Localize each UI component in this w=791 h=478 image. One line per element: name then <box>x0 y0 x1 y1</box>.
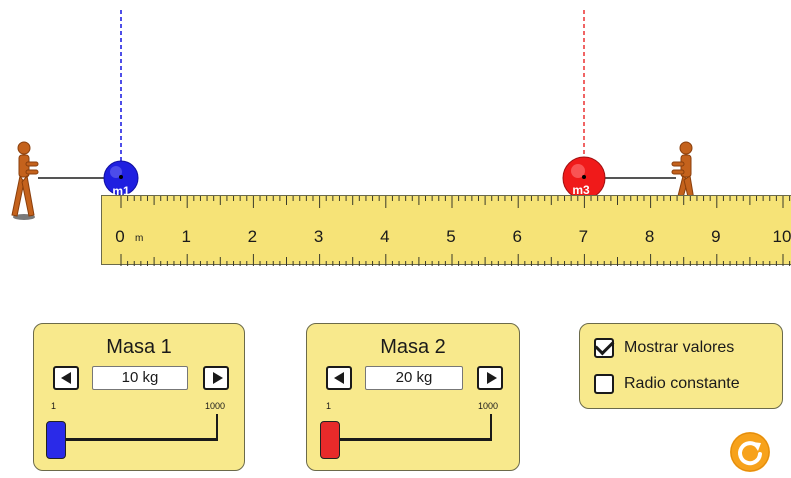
show-values-label: Mostrar valores <box>624 339 735 356</box>
left-figure-icon <box>11 141 39 220</box>
mass2-decrease-button[interactable] <box>326 366 352 390</box>
mass1-panel-title: Masa 1 <box>106 336 172 358</box>
ruler-tick-label: 4 <box>380 227 390 246</box>
ruler-tick-label: 7 <box>578 227 589 246</box>
constant-radius-option[interactable]: Radio constante <box>594 374 740 394</box>
ruler-unit: m <box>135 233 144 244</box>
ruler-tick-label: 2 <box>247 227 258 246</box>
reset-icon <box>730 432 770 472</box>
mass2-value-field[interactable]: 20 kg <box>365 366 463 390</box>
checkmark-icon <box>594 335 615 356</box>
mass2-max-label: 1000 <box>478 401 499 411</box>
show-values-option[interactable]: Mostrar valores <box>594 335 735 358</box>
mass1-slider-track[interactable] <box>54 438 218 441</box>
mass1-slider-thumb[interactable] <box>46 421 66 459</box>
mass2-panel: Masa 2 20 kg 1 1000 <box>306 323 520 471</box>
ruler-tick-label: 6 <box>512 227 522 246</box>
options-panel: Mostrar valores Radio constante <box>579 323 783 409</box>
ruler-tick-label: 8 <box>644 227 655 246</box>
mass2-panel-title: Masa 2 <box>380 336 446 358</box>
mass1-increase-button[interactable] <box>203 366 229 390</box>
constant-radius-checkbox[interactable] <box>594 374 614 394</box>
mass2-center-dot <box>582 175 586 179</box>
mass2-slider-end <box>490 414 492 440</box>
ruler-tick-label: 9 <box>711 227 721 246</box>
mass1-decrease-button[interactable] <box>53 366 79 390</box>
ruler-tick-label: 3 <box>313 227 324 246</box>
mass1-min-label: 1 <box>51 401 57 411</box>
mass1-panel: Masa 1 10 kg 1 1000 <box>33 323 245 471</box>
ruler-tick-label: 0 <box>115 227 125 246</box>
constant-radius-label: Radio constante <box>624 375 740 392</box>
show-values-checkbox[interactable] <box>594 335 615 358</box>
reset-button[interactable] <box>730 432 770 472</box>
mass1-slider-end <box>216 414 218 440</box>
mass2-slider-track[interactable] <box>327 438 492 441</box>
mass1-center-dot <box>119 175 123 179</box>
ruler-tick-label: 10 <box>772 227 791 246</box>
ruler-tick-label: 5 <box>446 227 456 246</box>
mass1-value-field[interactable]: 10 kg <box>92 366 188 390</box>
ruler-tick-label: 1 <box>181 227 191 246</box>
mass2-increase-button[interactable] <box>477 366 503 390</box>
mass2-min-label: 1 <box>326 401 332 411</box>
mass2-slider-thumb[interactable] <box>320 421 340 459</box>
mass1-max-label: 1000 <box>205 401 226 411</box>
right-figure-icon <box>671 141 695 202</box>
